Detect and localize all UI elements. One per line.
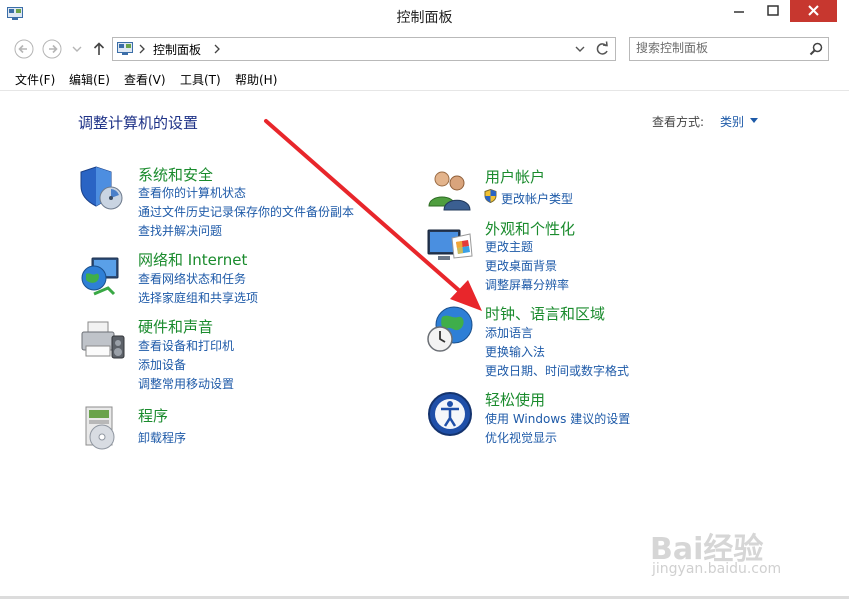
annotation-arrow	[264, 119, 482, 311]
watermark-url: jingyan.baidu.com	[652, 561, 782, 577]
